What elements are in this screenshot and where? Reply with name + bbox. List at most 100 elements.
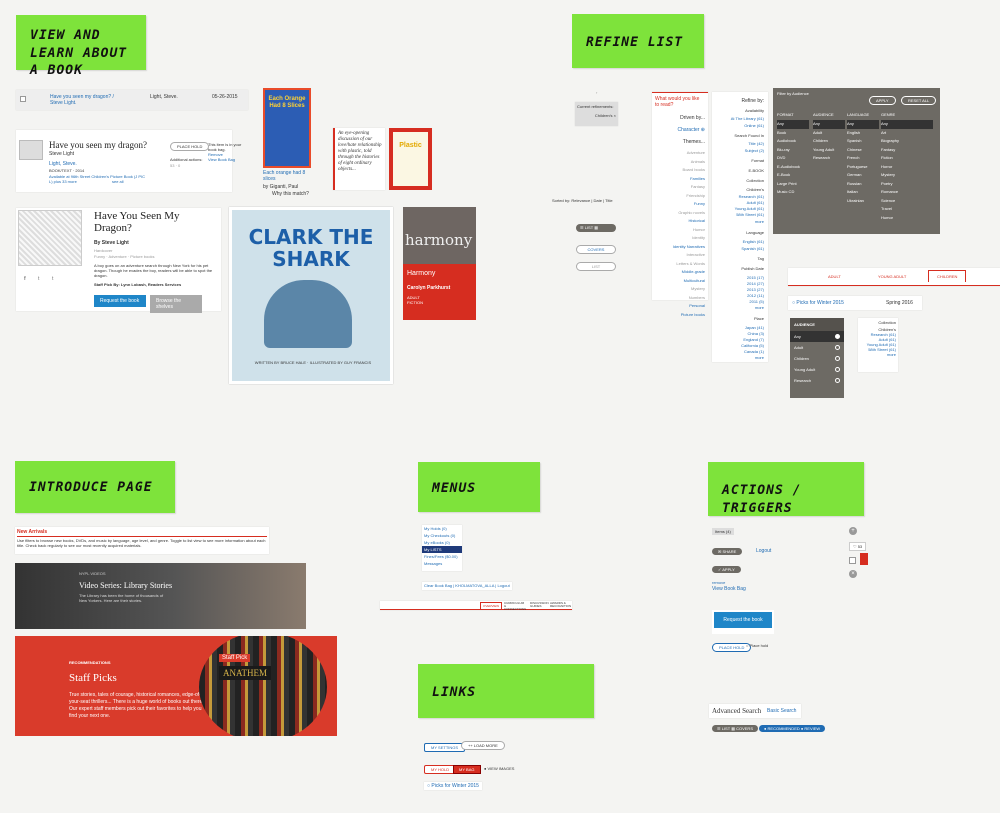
filter-option[interactable]: Book xyxy=(777,129,809,138)
theme-item[interactable]: Families xyxy=(655,175,705,184)
share-button[interactable]: ✉ SHARE xyxy=(712,548,743,555)
cover-clark-shark[interactable]: CLARK THE SHARK WRITTEN BY BRUCE HALE · … xyxy=(229,207,393,384)
list-button[interactable]: LIST xyxy=(576,262,616,271)
theme-item[interactable]: Identity Narratives xyxy=(655,243,705,252)
theme-item[interactable]: Adventure xyxy=(655,149,705,158)
red-outline-button[interactable]: MY HOLD xyxy=(424,765,457,774)
theme-item[interactable]: Board books xyxy=(655,166,705,175)
book-thumbnail[interactable] xyxy=(19,140,43,160)
filter-option[interactable]: Audiobook xyxy=(777,137,809,146)
facet-lang-item[interactable]: Spanish (61) xyxy=(741,246,764,251)
red-filled-button[interactable]: MY BAG xyxy=(453,765,481,774)
refinement-chip[interactable]: Children's × xyxy=(575,111,618,120)
filter-option[interactable]: Biography xyxy=(881,137,933,146)
tab-young-adult[interactable]: YOUNG ADULT xyxy=(878,274,906,279)
toggle-off-icon[interactable] xyxy=(849,557,856,564)
why-match-link[interactable]: Why this match? xyxy=(272,191,309,197)
filter-option[interactable]: Music CD xyxy=(777,188,809,197)
picks-link-standalone[interactable]: ○ Picks for Winter 2015 xyxy=(424,782,482,790)
apply-button[interactable]: ✓ APPLY xyxy=(712,566,741,573)
row-checkbox[interactable] xyxy=(20,96,26,102)
theme-item[interactable]: Personal xyxy=(655,302,705,311)
items-tag[interactable]: Items (4) xyxy=(712,528,734,535)
facet-pub-item[interactable]: 2011 (5) xyxy=(749,299,764,304)
brief-author-link[interactable]: Light, Steve. xyxy=(49,161,77,167)
filter-option[interactable]: Any xyxy=(847,120,879,129)
tab-children[interactable]: CHILDREN xyxy=(928,270,967,282)
facet-pub-more[interactable]: more xyxy=(755,305,764,310)
filter-option[interactable]: Poetry xyxy=(881,180,933,189)
facet-lang-item[interactable]: English (61) xyxy=(743,239,764,244)
view-bag-link-actions[interactable]: View Book Bag xyxy=(712,586,746,592)
toggle-on-icon[interactable] xyxy=(860,553,868,565)
facet-coll-item[interactable]: Adult (61) xyxy=(747,200,764,205)
filter-option[interactable]: Humor xyxy=(881,214,933,223)
sorted-by[interactable]: Sorted by: Relevance | Date | Title xyxy=(552,198,613,203)
filter-audience-list[interactable]: Any Adult Children Young Adult Research xyxy=(813,120,845,163)
facet-collection[interactable]: Collection xyxy=(746,178,764,183)
facet-avail-item[interactable]: At The Library (61) xyxy=(731,116,764,121)
facet-place-item[interactable]: China (3) xyxy=(748,331,764,336)
full-author[interactable]: By Steve Light xyxy=(94,240,129,246)
oranges-caption[interactable]: Each orange had 8 slices xyxy=(263,170,319,182)
theme-item[interactable]: Letters & Words xyxy=(655,260,705,269)
filter-option[interactable]: Spanish xyxy=(847,137,879,146)
facet-availability[interactable]: Availability xyxy=(745,108,764,113)
facet-pub-item[interactable]: 2012 (11) xyxy=(747,293,764,298)
facet-place-item[interactable]: California (5) xyxy=(741,343,764,348)
facet-pub-item[interactable]: 2014 (27) xyxy=(747,281,764,286)
filter-option[interactable]: DVD xyxy=(777,154,809,163)
facet-place-item[interactable]: Japan (41) xyxy=(745,325,764,330)
see-all-link[interactable]: see all xyxy=(112,179,124,184)
menu-item[interactable]: My eBooks (0) xyxy=(422,539,462,546)
facet-place-more[interactable]: more xyxy=(755,355,764,360)
covers-button[interactable]: COVERS xyxy=(576,245,616,254)
filter-option[interactable]: Horror xyxy=(881,163,933,172)
filter-language-list[interactable]: Any English Spanish Chinese French Portu… xyxy=(847,120,879,205)
basic-search-link[interactable]: Basic Search xyxy=(767,708,796,714)
filter-option[interactable]: Travel xyxy=(881,205,933,214)
tab-adult[interactable]: ADULT xyxy=(828,274,841,279)
cover-harmony[interactable]: harmony Harmony Carolyn Parkhurst ADULT … xyxy=(403,207,476,320)
facet-search-found[interactable]: Search Found In xyxy=(734,133,764,138)
browse-shelves-button[interactable]: Browse the shelves xyxy=(150,295,202,313)
search-result-row[interactable]: Have you seen my dragon? / Steve Light. … xyxy=(16,90,248,110)
brief-title[interactable]: Have you seen my dragon? xyxy=(49,140,147,150)
theme-item[interactable]: Interactive xyxy=(655,251,705,260)
filter-option[interactable]: English xyxy=(847,129,879,138)
facet-place[interactable]: Place xyxy=(754,316,764,321)
collection-more[interactable]: more xyxy=(858,352,898,357)
theme-item[interactable]: Middle-grade xyxy=(655,268,705,277)
facet-found-item[interactable]: Title (42) xyxy=(748,141,764,146)
audience-option[interactable]: Adult xyxy=(790,342,844,353)
video-series-banner[interactable]: NYPL VIDEOS Video Series: Library Storie… xyxy=(15,563,306,629)
list-covers-toggle[interactable]: ☰ LIST ▦ COVERS xyxy=(712,725,758,732)
theme-item[interactable]: Friendship xyxy=(655,192,705,201)
my-settings-button[interactable]: MY SETTINGS xyxy=(424,743,466,752)
facet-avail-item[interactable]: Online (61) xyxy=(744,123,764,128)
logout-link[interactable]: Logout xyxy=(756,548,771,554)
view-bag-link[interactable]: View Book Bag xyxy=(208,157,235,162)
audience-option[interactable]: Children xyxy=(790,353,844,364)
tab-curriculum[interactable]: CURRICULUM & CONNECTIONS xyxy=(504,602,526,611)
filter-option[interactable]: Blu-ray xyxy=(777,146,809,155)
filter-option[interactable]: Children xyxy=(813,137,845,146)
filter-option[interactable]: Mystery xyxy=(881,171,933,180)
filter-option[interactable]: Adult xyxy=(813,129,845,138)
character-link[interactable]: Character ⊕ xyxy=(677,127,705,133)
recommend-review-toggle[interactable]: ● RECOMMENDED ● REVIEW xyxy=(759,725,826,732)
request-book-button[interactable]: Request the book xyxy=(714,612,772,628)
cover-oranges[interactable]: Each Orange Had 8 Slices xyxy=(263,88,311,168)
menu-item[interactable]: My Checkouts (0) xyxy=(422,532,462,539)
tumblr-icon[interactable]: t xyxy=(52,276,53,282)
facet-pub-item[interactable]: 2013 (27) xyxy=(747,287,764,292)
menu-item[interactable]: Messages xyxy=(422,560,462,567)
tab-overview[interactable]: OVERVIEW xyxy=(480,602,503,609)
filter-apply-button[interactable]: APPLY xyxy=(869,96,896,105)
staff-picks-banner[interactable]: RECOMMENDATIONS Staff Picks True stories… xyxy=(15,636,337,736)
view-images-link[interactable]: ● VIEW IMAGES xyxy=(484,766,514,771)
action-counts[interactable]: 53 · 0 xyxy=(170,163,180,168)
place-hold-radio[interactable]: ○ Place hold xyxy=(746,643,768,648)
theme-item[interactable]: Numbers xyxy=(655,294,705,303)
menu-item[interactable]: My Holds (0) xyxy=(422,525,462,532)
